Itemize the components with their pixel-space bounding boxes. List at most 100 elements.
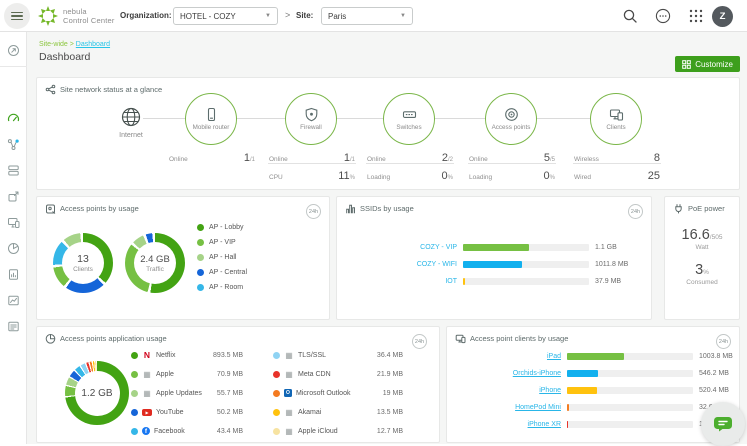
time-range-badge[interactable]: 24h (306, 204, 321, 219)
devices-stack-icon[interactable] (7, 164, 20, 177)
clients-usage-header: Access point clients by usage (455, 333, 568, 344)
bar-fill (463, 261, 522, 268)
hamburger-menu-icon[interactable] (4, 3, 30, 29)
legend-dot (131, 371, 138, 378)
breadcrumb-separator: > (70, 41, 74, 48)
app-brand-icon (284, 351, 294, 360)
app-usage-row: Microsoft Outlook 19 MB (273, 387, 403, 399)
poe-title: PoE power (688, 204, 725, 213)
nebula-logo-icon (37, 5, 59, 27)
pie-summary-icon[interactable] (7, 242, 20, 255)
poe-watt-unit: Watt (665, 244, 739, 251)
ssid-usage-panel: SSIDs by usage 24h COZY - VIP 1.1 GB COZ… (336, 196, 652, 320)
breadcrumb-current-link[interactable]: Dashboard (76, 41, 110, 48)
organization-label: Organization: (120, 11, 172, 20)
ap-device-icon (45, 203, 56, 214)
legend-dot (273, 409, 280, 416)
time-range-badge[interactable]: 24h (716, 334, 731, 349)
status-node-mobile-router[interactable]: Mobile router (185, 93, 237, 145)
node-label-internet: Internet (101, 132, 161, 139)
bar-fill (463, 278, 465, 285)
legend-item: AP - Lobby (197, 224, 244, 231)
bar-track (567, 353, 693, 360)
app-brand-icon (142, 389, 152, 398)
stats-firewall: Online 1/1 CPU 11% (268, 146, 356, 180)
organization-select[interactable]: HOTEL - COZY ▼ (173, 7, 278, 25)
ap-usage-panel: Access points by usage 24h 13 Clients 2.… (36, 196, 330, 320)
client-link[interactable]: iPhone (447, 387, 561, 394)
bar-fill (567, 370, 598, 377)
client-bar-row: Orchids-iPhone 546.2 MB (447, 369, 729, 378)
poe-consumed-value: 3% (665, 261, 739, 279)
bar-track (567, 370, 693, 377)
sidebar-divider (0, 66, 27, 67)
app-usage-row: Akamai 13.5 MB (273, 406, 403, 418)
app-brand-icon (284, 427, 294, 436)
client-link[interactable]: iPad (447, 353, 561, 360)
more-options-icon[interactable] (655, 8, 671, 24)
page-title: Dashboard (39, 51, 90, 63)
access-point-icon (504, 107, 519, 122)
stats-mobile-router: Online 1/1 (168, 146, 256, 163)
stat-row: CPU 11% (268, 163, 356, 180)
status-node-access-points[interactable]: Access points (485, 93, 537, 145)
dashboard-gauge-icon[interactable] (7, 112, 20, 125)
breadcrumb: Site-wide > Dashboard (39, 41, 110, 48)
time-range-badge[interactable]: 24h (628, 204, 643, 219)
client-bar-row: iPhone XR 12.4 MB (447, 420, 725, 429)
ssid-link[interactable]: IOT (337, 278, 457, 285)
client-link[interactable]: iPhone XR (447, 421, 561, 428)
bar-fill (463, 244, 529, 251)
legend-dot (131, 428, 138, 435)
report-doc-icon[interactable] (7, 268, 20, 281)
status-node-firewall[interactable]: Firewall (285, 93, 337, 145)
pie-chart-icon (45, 333, 56, 344)
site-select[interactable]: Paris ▼ (321, 7, 413, 25)
legend-dot (273, 371, 280, 378)
legend-dot (131, 352, 138, 359)
trend-chart-icon[interactable] (7, 294, 20, 307)
customize-grid-icon (682, 60, 691, 69)
stat-row: Online 2/2 (366, 146, 454, 163)
bar-chart-icon (345, 203, 356, 214)
ap-usage-title: Access points by usage (60, 204, 139, 213)
customize-button[interactable]: Customize (675, 56, 740, 72)
status-node-switches[interactable]: Switches (383, 93, 435, 145)
topology-icon[interactable] (7, 138, 20, 151)
clients-screens-icon[interactable] (7, 216, 20, 229)
support-chat-button[interactable] (701, 402, 745, 446)
apps-grid-icon[interactable] (688, 8, 704, 24)
bar-track (463, 244, 589, 251)
legend-dot (197, 284, 204, 291)
poe-watt-value: 16.6/505 (665, 226, 739, 244)
power-plug-icon (673, 203, 684, 214)
ssid-link[interactable]: COZY - VIP (337, 244, 457, 251)
status-node-clients[interactable]: Clients (590, 93, 642, 145)
stat-row: Loading 0% (366, 163, 454, 180)
legend-dot (273, 352, 280, 359)
floor-plan-export-icon[interactable] (7, 190, 20, 203)
client-link[interactable]: Orchids-iPhone (447, 370, 561, 377)
app-brand-icon (284, 370, 294, 379)
network-glance-icon (45, 84, 56, 95)
switch-icon (402, 107, 417, 122)
clients-devices-icon (609, 107, 624, 122)
ssid-link[interactable]: COZY - WIFI (337, 261, 457, 268)
notes-list-icon[interactable] (7, 320, 20, 333)
search-icon[interactable] (622, 8, 638, 24)
mobile-router-icon (204, 107, 219, 122)
site-label: Site: (296, 11, 313, 20)
legend-item: AP - VIP (197, 239, 236, 246)
compass-pin-icon[interactable] (7, 44, 20, 57)
legend-dot (197, 254, 204, 261)
client-link[interactable]: HomePod Mini (447, 404, 561, 411)
clients-usage-title: Access point clients by usage (470, 334, 568, 343)
bar-track (463, 278, 589, 285)
legend-item: AP - Hall (197, 254, 237, 261)
app-usage-row: Meta CDN 21.9 MB (273, 368, 403, 380)
main-content: Site-wide > Dashboard Dashboard Customiz… (27, 32, 747, 444)
stat-row: Wireless 8 (573, 146, 661, 163)
time-range-badge[interactable]: 24h (412, 334, 427, 349)
client-device-icon (455, 333, 466, 344)
user-avatar[interactable]: Z (712, 6, 733, 27)
